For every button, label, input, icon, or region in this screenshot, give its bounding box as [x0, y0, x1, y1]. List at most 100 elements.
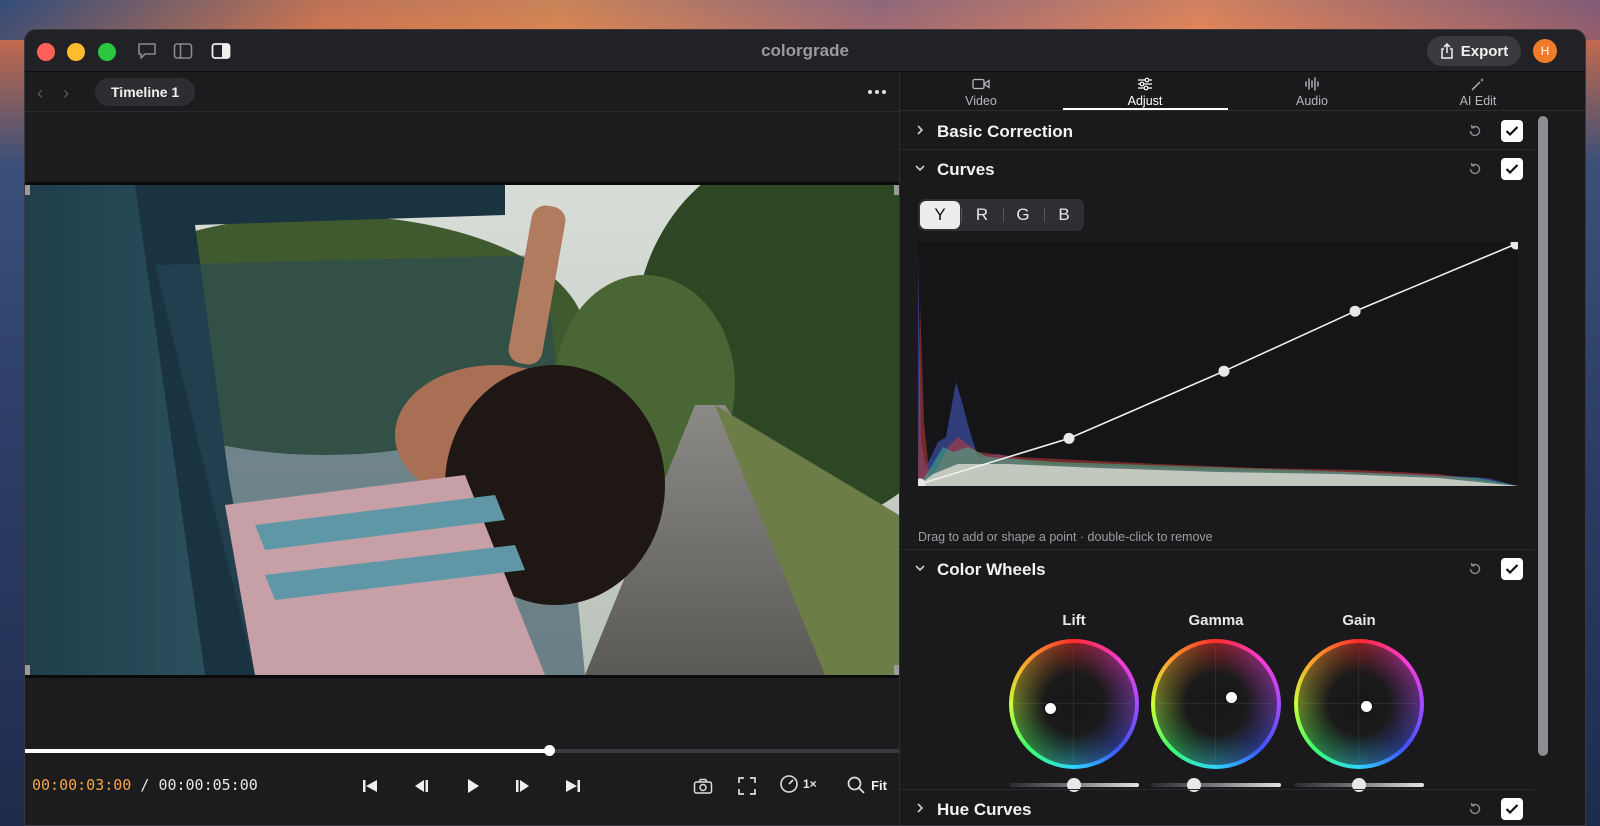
- video-preview[interactable]: [25, 182, 899, 678]
- curve-control-point[interactable]: [1510, 238, 1522, 250]
- chevron-down-icon[interactable]: [914, 162, 926, 174]
- skip-to-start-button[interactable]: [358, 774, 382, 798]
- crop-handle[interactable]: [25, 665, 30, 675]
- curve-editor[interactable]: [914, 238, 1522, 490]
- title-bar: colorgrade Export H: [25, 30, 1585, 72]
- wheel-center: [1298, 643, 1420, 765]
- gamma-level-slider[interactable]: [1151, 778, 1281, 792]
- section-title: Hue Curves: [937, 800, 1032, 819]
- zoom-fit-button[interactable]: Fit: [847, 776, 887, 794]
- tab-audio[interactable]: Audio: [1252, 76, 1372, 108]
- tab-ai-edit[interactable]: AI Edit: [1418, 76, 1538, 108]
- section-hue-curves[interactable]: Hue Curves: [900, 789, 1534, 825]
- playback-speed-button[interactable]: 1×: [779, 774, 817, 794]
- gamma-color-wheel[interactable]: [1151, 639, 1281, 769]
- enable-checkbox[interactable]: [1501, 158, 1523, 180]
- inspector-tabs: Video Adjust Audio AI Edit: [900, 72, 1585, 111]
- checkmark-icon: [1505, 564, 1519, 575]
- viewer-toolbar: ‹ › Timeline 1: [25, 72, 899, 112]
- channel-r-button[interactable]: R: [962, 201, 1002, 229]
- right-sidebar-toggle-icon[interactable]: [211, 42, 231, 60]
- more-options-button[interactable]: [865, 80, 889, 104]
- step-back-button[interactable]: [409, 774, 433, 798]
- enable-checkbox[interactable]: [1501, 120, 1523, 142]
- video-viewer: ‹ › Timeline 1 00:00:03:00 / 00:00:05:00…: [25, 72, 899, 825]
- export-button[interactable]: Export: [1427, 36, 1521, 66]
- avatar[interactable]: H: [1533, 39, 1557, 63]
- channel-g-button[interactable]: G: [1003, 201, 1043, 229]
- timecode-separator: /: [140, 776, 150, 794]
- timeline-tab[interactable]: Timeline 1: [95, 78, 196, 106]
- curve-control-point[interactable]: [1063, 432, 1075, 444]
- skip-to-start-icon: [363, 780, 377, 792]
- tab-adjust[interactable]: Adjust: [1085, 76, 1205, 108]
- enable-checkbox[interactable]: [1501, 558, 1523, 580]
- section-basic-correction[interactable]: Basic Correction: [900, 112, 1534, 150]
- fullscreen-button[interactable]: [735, 774, 759, 798]
- curve-points: [914, 238, 1522, 490]
- snapshot-button[interactable]: [691, 774, 715, 798]
- reset-icon[interactable]: [1467, 161, 1483, 177]
- wheel-crosshair: [1159, 703, 1273, 704]
- camera-icon: [693, 778, 713, 794]
- wheel-crosshair: [1215, 647, 1216, 761]
- skip-to-end-button[interactable]: [561, 774, 585, 798]
- maximize-window-button[interactable]: [98, 43, 116, 61]
- gain-color-wheel[interactable]: [1294, 639, 1424, 769]
- checkmark-icon: [1505, 126, 1519, 137]
- curve-control-point[interactable]: [1218, 365, 1230, 377]
- chevron-down-icon[interactable]: [914, 562, 926, 574]
- lift-color-wheel[interactable]: [1009, 639, 1139, 769]
- section-color-wheels[interactable]: Color Wheels: [900, 549, 1534, 587]
- chevron-right-icon[interactable]: [914, 124, 926, 136]
- comment-icon[interactable]: [137, 42, 157, 60]
- wheel-center: [1013, 643, 1135, 765]
- playhead-knob[interactable]: [544, 745, 556, 756]
- crop-handle[interactable]: [25, 185, 30, 195]
- left-sidebar-toggle-icon[interactable]: [173, 42, 193, 60]
- fullscreen-icon: [738, 777, 756, 795]
- section-title: Color Wheels: [937, 560, 1046, 579]
- timecode: 00:00:03:00 / 00:00:05:00: [32, 776, 258, 794]
- play-button[interactable]: [461, 774, 485, 798]
- close-window-button[interactable]: [37, 43, 55, 61]
- magnifier-icon: [847, 776, 865, 794]
- fit-label: Fit: [871, 777, 887, 793]
- export-label: Export: [1460, 42, 1509, 60]
- share-icon: [1440, 43, 1453, 59]
- curve-channel-selector: Y R G B: [918, 199, 1084, 231]
- chevron-right-icon[interactable]: [914, 802, 926, 814]
- section-title: Basic Correction: [937, 122, 1074, 141]
- reset-icon[interactable]: [1467, 801, 1483, 817]
- sliders-icon: [1138, 77, 1152, 91]
- enable-checkbox[interactable]: [1501, 798, 1523, 820]
- step-forward-button[interactable]: [511, 774, 535, 798]
- gain-label: Gain: [1342, 612, 1376, 629]
- wheel-center: [1155, 643, 1277, 765]
- panel-scrollbar[interactable]: [1538, 116, 1548, 756]
- curve-control-point[interactable]: [1349, 305, 1361, 317]
- forward-arrow-icon[interactable]: ›: [63, 83, 69, 104]
- reset-icon[interactable]: [1467, 123, 1483, 139]
- lift-label: Lift: [1062, 612, 1086, 629]
- back-arrow-icon[interactable]: ‹: [37, 83, 43, 104]
- section-curves[interactable]: Curves: [900, 150, 1534, 188]
- scrubber-progress: [25, 749, 550, 753]
- minimize-window-button[interactable]: [67, 43, 85, 61]
- channel-b-button[interactable]: B: [1044, 201, 1084, 229]
- channel-y-button[interactable]: Y: [920, 201, 960, 229]
- tone-curve[interactable]: [919, 243, 1517, 485]
- tab-label: AI Edit: [1459, 94, 1497, 108]
- speed-label: 1×: [803, 777, 817, 791]
- video-camera-icon: [972, 78, 990, 90]
- magic-wand-icon: [1471, 78, 1484, 91]
- reset-icon[interactable]: [1467, 561, 1483, 577]
- lift-level-slider[interactable]: [1009, 778, 1139, 792]
- curve-graph[interactable]: [914, 238, 1522, 490]
- more-dot: [875, 90, 879, 94]
- timeline-scrubber[interactable]: [25, 745, 899, 756]
- more-dot: [868, 90, 872, 94]
- curve-hint: Drag to add or shape a point · double-cl…: [918, 530, 1213, 544]
- gain-level-slider[interactable]: [1294, 778, 1424, 792]
- tab-video[interactable]: Video: [921, 76, 1041, 108]
